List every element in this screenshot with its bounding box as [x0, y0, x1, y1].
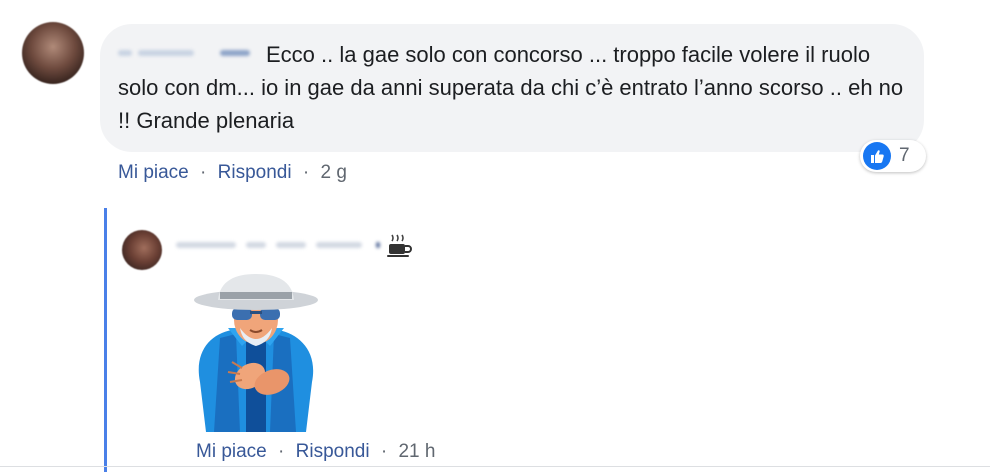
- separator: ·: [200, 162, 207, 183]
- comment-text: Ecco .. la gae solo con concorso ... tro…: [118, 42, 904, 133]
- clapping-old-man-sticker[interactable]: [180, 272, 330, 434]
- divider: [0, 466, 990, 467]
- separator: ·: [302, 162, 310, 183]
- replier-name-blurred[interactable]: [176, 238, 386, 252]
- reply-actions: Mi piace · Rispondi · 21 h: [196, 441, 435, 463]
- reaction-count: 7: [899, 145, 910, 166]
- comment-actions: Mi piace · Rispondi · 2 g: [118, 162, 347, 184]
- separator: ·: [380, 441, 388, 462]
- timestamp[interactable]: 2 g: [320, 162, 346, 183]
- replier-avatar[interactable]: [122, 230, 162, 270]
- like-icon: [863, 142, 891, 170]
- reply-link[interactable]: Rispondi: [296, 441, 370, 462]
- like-link[interactable]: Mi piace: [196, 441, 267, 462]
- coffee-icon: [387, 234, 412, 257]
- reaction-summary[interactable]: 7: [860, 140, 926, 172]
- commenter-avatar[interactable]: [22, 22, 84, 84]
- reply-thread-line: [104, 208, 107, 472]
- reply-link[interactable]: Rispondi: [218, 162, 292, 183]
- timestamp[interactable]: 21 h: [398, 441, 435, 462]
- like-link[interactable]: Mi piace: [118, 162, 189, 183]
- separator: ·: [278, 441, 285, 462]
